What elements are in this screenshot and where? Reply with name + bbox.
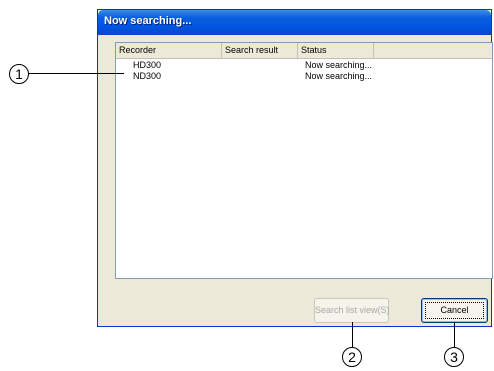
- callout-3-leader: [454, 322, 455, 347]
- recorder-name: ND300: [133, 71, 162, 81]
- search-list-view-button[interactable]: Search list view(S): [314, 298, 390, 323]
- list-header: Recorder Search result Status: [116, 43, 492, 59]
- callout-2-leader: [352, 322, 353, 347]
- callout-3: 3: [444, 347, 464, 367]
- column-header-status[interactable]: Status: [298, 43, 374, 58]
- cancel-button[interactable]: Cancel: [421, 298, 488, 323]
- status-text: Now searching...: [305, 71, 373, 81]
- column-header-search-result[interactable]: Search result: [222, 43, 298, 58]
- recorder-list[interactable]: Recorder Search result Status HD300 Now …: [115, 42, 493, 279]
- title-bar[interactable]: Now searching...: [98, 10, 491, 35]
- callout-1: 1: [9, 64, 29, 84]
- column-header-empty: [374, 43, 492, 58]
- callout-1-leader: [29, 73, 124, 74]
- focus-rectangle: [425, 302, 484, 319]
- column-header-recorder[interactable]: Recorder: [116, 43, 222, 58]
- recorder-name: HD300: [133, 60, 162, 70]
- list-rows: HD300 Now searching... ND300 Now searchi…: [116, 60, 492, 82]
- search-dialog: Now searching... Recorder Search result …: [97, 9, 493, 327]
- list-row[interactable]: ND300 Now searching...: [116, 71, 492, 82]
- status-text: Now searching...: [305, 60, 373, 70]
- list-row[interactable]: HD300 Now searching...: [116, 60, 492, 71]
- callout-2: 2: [342, 347, 362, 367]
- dialog-title: Now searching...: [104, 15, 192, 27]
